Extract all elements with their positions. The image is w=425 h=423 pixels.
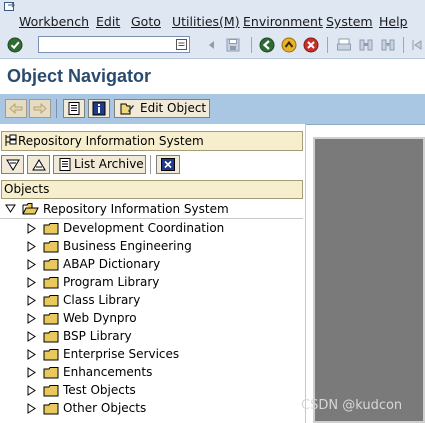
watermark: CSDN @kudcon <box>301 398 403 413</box>
back-arrow-icon <box>9 102 23 115</box>
tree-item[interactable]: Class Library <box>0 292 303 310</box>
collapsed-triangle-icon[interactable] <box>27 223 36 234</box>
menu-edit[interactable]: Edit <box>96 14 120 29</box>
back-icon[interactable] <box>204 37 220 53</box>
repository-info-title: Repository Information System <box>18 134 204 148</box>
tree-item[interactable]: Program Library <box>0 274 303 292</box>
command-history-icon[interactable] <box>176 39 187 50</box>
system-menu-icon[interactable] <box>4 2 16 12</box>
tree-item[interactable]: ABAP Dictionary <box>0 256 303 274</box>
editor-pane <box>313 137 425 423</box>
collapsed-triangle-icon[interactable] <box>27 367 36 378</box>
menu-workbench[interactable]: Workbench <box>19 14 89 29</box>
tree-item-label: BSP Library <box>63 329 132 343</box>
tree-item-label: Web Dynpro <box>63 311 137 325</box>
forward-arrow-icon <box>33 102 47 115</box>
tree-item[interactable]: Development Coordination <box>0 220 303 238</box>
enter-check-icon[interactable] <box>7 37 23 53</box>
collapse-all-button[interactable] <box>27 155 50 174</box>
list-archive-label: List Archive <box>74 157 144 171</box>
collapsed-triangle-icon[interactable] <box>27 349 36 360</box>
open-folder-icon <box>22 203 39 215</box>
tree-item-label: Class Library <box>63 293 141 307</box>
tree-item[interactable]: BSP Library <box>0 328 303 346</box>
tree-item[interactable]: Test Objects <box>0 382 303 400</box>
tree-item[interactable]: Enhancements <box>0 364 303 382</box>
folder-icon <box>43 241 59 253</box>
tree-item-label: Test Objects <box>63 383 136 397</box>
tree-item-label: Business Engineering <box>63 239 192 253</box>
menu-help[interactable]: Help <box>379 14 408 29</box>
objects-title: Objects <box>4 182 50 196</box>
close-icon <box>161 158 175 171</box>
tree-item[interactable]: Enterprise Services <box>0 346 303 364</box>
collapse-up-icon <box>32 159 46 171</box>
object-list-icon <box>68 102 80 115</box>
edit-object-icon <box>120 103 134 115</box>
print-icon[interactable] <box>336 37 352 53</box>
folder-icon <box>43 385 59 397</box>
find-icon[interactable] <box>358 37 374 53</box>
hierarchy-icon <box>5 134 17 146</box>
back-green-icon[interactable] <box>259 37 275 53</box>
collapsed-triangle-icon[interactable] <box>27 385 36 396</box>
edit-object-label: Edit Object <box>140 101 207 115</box>
exit-icon[interactable] <box>281 37 297 53</box>
object-list-button[interactable] <box>63 99 85 118</box>
first-page-icon[interactable] <box>410 37 424 53</box>
page-title: Object Navigator <box>7 66 152 86</box>
folder-icon <box>43 403 59 415</box>
info-button[interactable] <box>88 99 110 118</box>
toolbar-separator <box>150 155 151 174</box>
tree-item-label: Enterprise Services <box>63 347 180 361</box>
command-field[interactable] <box>38 36 190 53</box>
collapsed-triangle-icon[interactable] <box>27 277 36 288</box>
collapsed-triangle-icon[interactable] <box>27 259 36 270</box>
toolbar-separator <box>327 37 328 53</box>
expanded-triangle-icon[interactable] <box>5 204 16 213</box>
menu-environment[interactable]: Environment <box>243 14 323 29</box>
toolbar-separator <box>403 37 404 53</box>
tree-item[interactable]: Business Engineering <box>0 238 303 256</box>
collapsed-triangle-icon[interactable] <box>27 313 36 324</box>
expand-all-button[interactable] <box>1 155 24 174</box>
close-navigator-button[interactable] <box>156 155 180 174</box>
tree-item[interactable]: Web Dynpro <box>0 310 303 328</box>
command-input[interactable] <box>40 37 172 52</box>
tree-item[interactable]: Other Objects <box>0 400 303 418</box>
menu-system[interactable]: System <box>326 14 373 29</box>
folder-icon <box>43 367 59 379</box>
folder-icon <box>43 313 59 325</box>
tree-item-label: Development Coordination <box>63 221 225 235</box>
collapsed-triangle-icon[interactable] <box>27 241 36 252</box>
collapsed-triangle-icon[interactable] <box>27 403 36 414</box>
collapsed-triangle-icon[interactable] <box>27 295 36 306</box>
tree-item-label: Enhancements <box>63 365 153 379</box>
tree-item-label: Other Objects <box>63 401 147 415</box>
list-archive-icon <box>59 158 71 171</box>
back-button[interactable] <box>5 99 27 118</box>
info-icon <box>92 101 106 116</box>
folder-icon <box>43 331 59 343</box>
folder-icon <box>43 277 59 289</box>
menu-goto[interactable]: Goto <box>131 14 161 29</box>
folder-icon <box>43 349 59 361</box>
collapsed-triangle-icon[interactable] <box>27 331 36 342</box>
tree-root-label: Repository Information System <box>43 202 229 216</box>
toolbar-separator <box>251 37 252 53</box>
expand-down-icon <box>6 159 20 171</box>
folder-icon <box>43 259 59 271</box>
cancel-icon[interactable] <box>303 37 319 53</box>
folder-icon <box>43 295 59 307</box>
forward-button[interactable] <box>29 99 51 118</box>
save-icon[interactable] <box>225 37 241 53</box>
tree-item-label: ABAP Dictionary <box>63 257 161 271</box>
folder-icon <box>43 223 59 235</box>
toolbar-separator <box>56 99 57 118</box>
menu-utilities[interactable]: Utilities(M) <box>172 14 240 29</box>
find-next-icon[interactable] <box>380 37 396 53</box>
tree-item-label: Program Library <box>63 275 160 289</box>
